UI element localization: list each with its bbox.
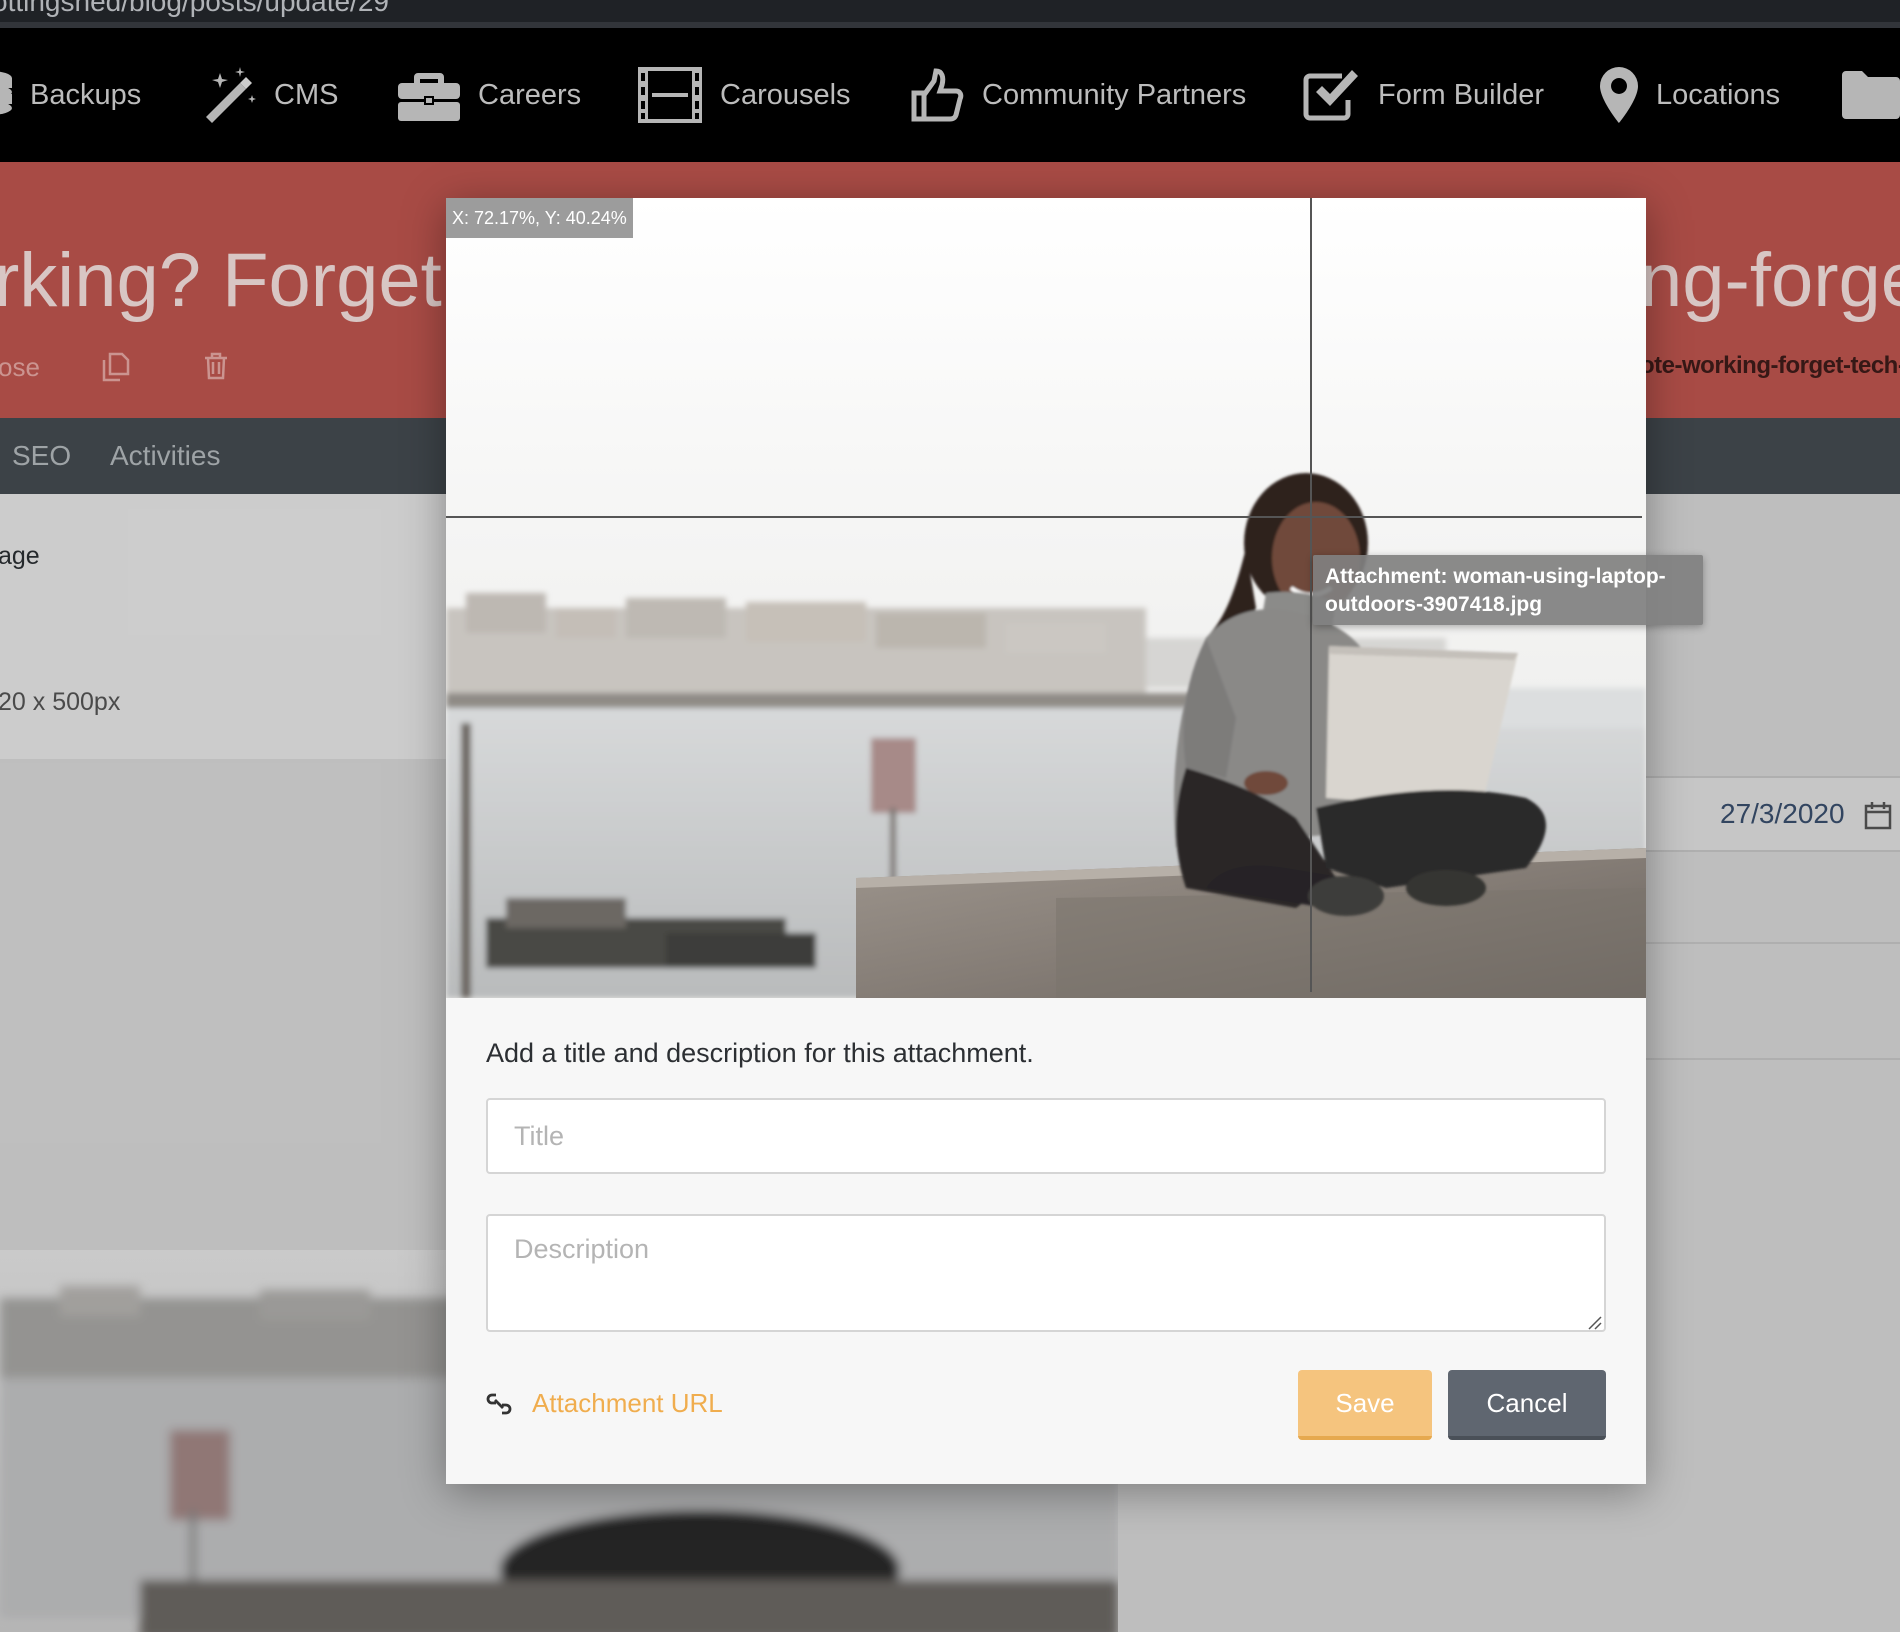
focal-crosshair-horizontal <box>446 516 1642 518</box>
focal-point-coordinates: X: 72.17%, Y: 40.24% <box>446 198 633 238</box>
attachment-tooltip: Attachment: woman-using-laptop-outdoors-… <box>1313 555 1703 625</box>
attachment-modal: X: 72.17%, Y: 40.24% Add a title and des… <box>446 198 1646 1484</box>
description-textarea[interactable] <box>486 1214 1606 1332</box>
title-input[interactable] <box>486 1098 1606 1174</box>
attachment-url-label: Attachment URL <box>532 1388 723 1418</box>
modal-instructions: Add a title and description for this att… <box>486 1038 1034 1068</box>
save-button[interactable]: Save <box>1298 1370 1432 1440</box>
focal-crosshair-vertical <box>1310 198 1312 992</box>
attachment-url-link[interactable]: Attachment URL <box>486 1388 723 1419</box>
cancel-button[interactable]: Cancel <box>1448 1370 1606 1440</box>
link-icon <box>486 1393 512 1414</box>
resize-handle-icon[interactable] <box>1586 1314 1602 1330</box>
